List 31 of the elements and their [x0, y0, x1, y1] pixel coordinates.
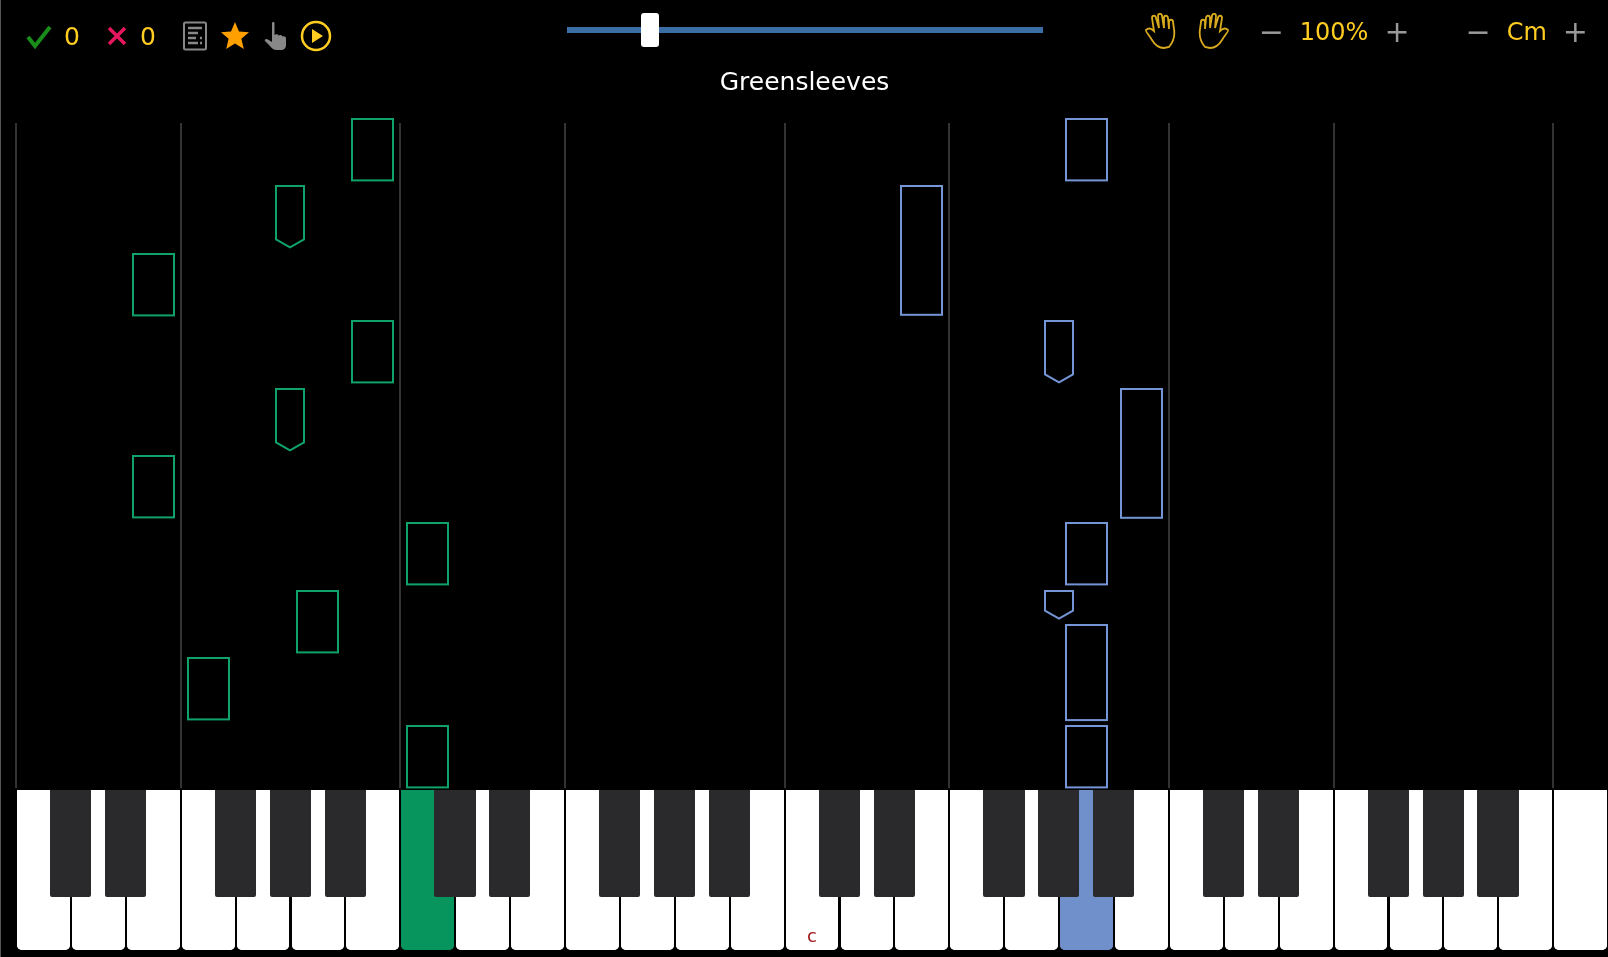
key-down-button[interactable]: −	[1459, 17, 1497, 47]
piano-key[interactable]	[324, 790, 366, 897]
piano-key[interactable]	[873, 790, 915, 897]
key-value: Cm	[1506, 18, 1547, 46]
key-up-button[interactable]: +	[1556, 17, 1594, 47]
piano-key[interactable]	[1367, 790, 1409, 897]
piano-key[interactable]	[489, 790, 531, 897]
song-title: Greensleeves	[719, 67, 890, 96]
piano-key[interactable]	[1093, 790, 1135, 897]
piano-key[interactable]	[269, 790, 311, 897]
piano-key[interactable]	[1422, 790, 1464, 897]
piano-key[interactable]	[214, 790, 256, 897]
piano-key[interactable]	[1202, 790, 1245, 897]
piano-key[interactable]	[50, 790, 92, 897]
play-icon[interactable]	[299, 20, 332, 52]
wrong-count: 0	[139, 21, 156, 51]
piano-key[interactable]	[1257, 790, 1299, 897]
star-icon[interactable]	[219, 21, 250, 51]
zoom-value: 100%	[1299, 18, 1369, 46]
piano-key[interactable]	[599, 790, 641, 897]
cross-icon[interactable]	[105, 25, 128, 47]
piano-key[interactable]	[104, 790, 147, 897]
correct-count: 0	[64, 21, 80, 51]
sheet-icon[interactable]	[181, 21, 208, 51]
piano-key[interactable]	[653, 790, 696, 897]
check-icon[interactable]	[26, 23, 52, 49]
piano-key[interactable]	[708, 790, 750, 897]
piano-key[interactable]	[818, 790, 860, 897]
zoom-in-button[interactable]: +	[1378, 17, 1416, 47]
zoom-out-button[interactable]: −	[1252, 17, 1290, 47]
slider-thumb[interactable]	[640, 13, 659, 47]
